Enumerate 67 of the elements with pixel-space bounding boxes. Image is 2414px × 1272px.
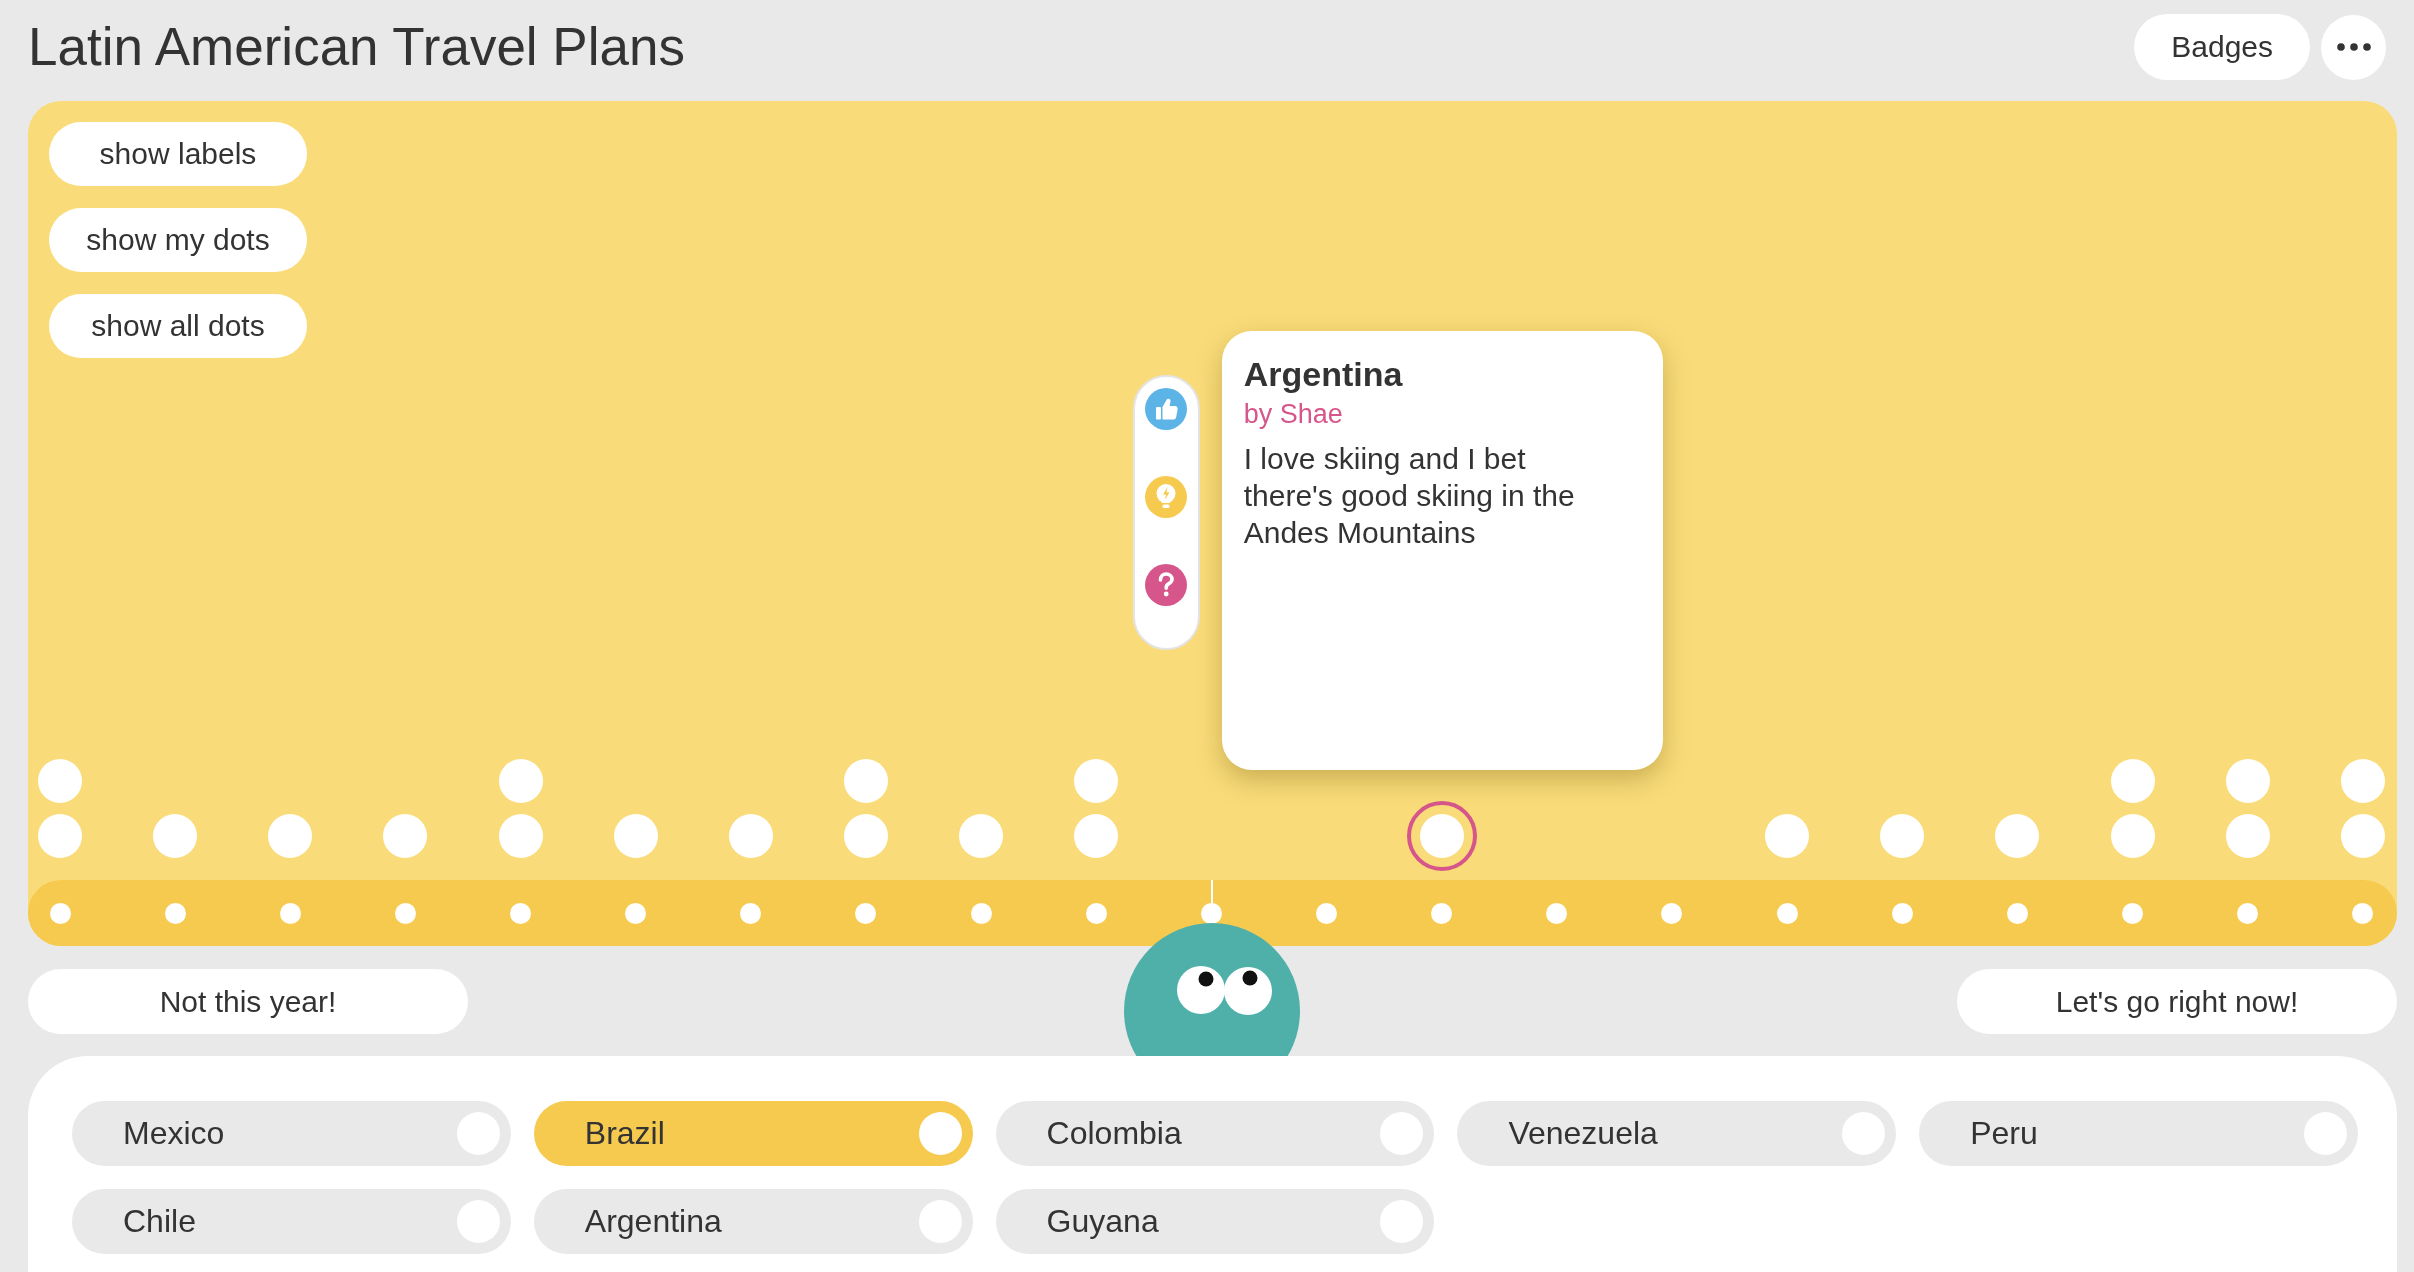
tick-dot-icon bbox=[1316, 902, 1338, 924]
tick-dot-icon bbox=[2352, 902, 2374, 924]
tick-dot-icon bbox=[1546, 902, 1568, 924]
tick-dot-icon bbox=[394, 902, 416, 924]
dot-icon[interactable] bbox=[2340, 759, 2385, 803]
country-option[interactable]: Chile bbox=[72, 1189, 511, 1254]
tick-dot-icon bbox=[49, 902, 71, 924]
more-icon bbox=[2336, 43, 2371, 51]
card-title: Argentina bbox=[1243, 354, 1403, 394]
tick-dot-icon bbox=[1200, 902, 1222, 924]
tick-dot-icon bbox=[164, 902, 186, 924]
dot-icon[interactable] bbox=[1074, 814, 1119, 858]
dot-icon[interactable] bbox=[498, 814, 543, 858]
dot-icon[interactable] bbox=[613, 814, 658, 858]
question-icon[interactable] bbox=[1145, 564, 1188, 606]
view-toggle-button[interactable]: show labels bbox=[49, 122, 307, 186]
tick-dot-icon bbox=[1891, 902, 1913, 924]
dot-icon[interactable] bbox=[2110, 814, 2155, 858]
tick-dot-icon bbox=[2006, 902, 2028, 924]
scale-end-label: Let's go right now! bbox=[1957, 969, 2397, 1034]
dot-icon[interactable] bbox=[1995, 814, 2040, 858]
card-author: by Shae bbox=[1243, 398, 1343, 430]
country-option[interactable]: Guyana bbox=[995, 1189, 1435, 1254]
tick-dot-icon bbox=[2237, 902, 2259, 924]
dot-icon[interactable] bbox=[1880, 814, 1925, 858]
dot-icon[interactable] bbox=[383, 814, 428, 858]
country-option[interactable]: Argentina bbox=[533, 1189, 973, 1254]
tick-dot-icon bbox=[970, 902, 992, 924]
dot-icon[interactable] bbox=[959, 814, 1004, 858]
dot-icon[interactable] bbox=[2110, 759, 2155, 803]
tick-dot-icon bbox=[2122, 902, 2144, 924]
dot-icon[interactable] bbox=[2225, 759, 2270, 803]
country-option[interactable]: Mexico bbox=[72, 1101, 511, 1166]
badges-button[interactable]: Badges bbox=[2134, 14, 2310, 80]
page-title: Latin American Travel Plans bbox=[28, 17, 685, 77]
country-option[interactable]: Venezuela bbox=[1457, 1101, 1897, 1166]
dot-icon[interactable] bbox=[844, 759, 888, 803]
dot-icon[interactable] bbox=[1074, 759, 1119, 803]
thumbs-up-icon[interactable] bbox=[1145, 388, 1188, 430]
country-option[interactable]: Peru bbox=[1919, 1101, 2358, 1166]
scale-end-label: Not this year! bbox=[28, 969, 468, 1034]
tick-dot-icon bbox=[1085, 902, 1107, 924]
tick-dot-icon bbox=[1776, 902, 1798, 924]
dot-icon[interactable] bbox=[153, 814, 198, 858]
knob-icon bbox=[918, 1112, 962, 1155]
dot-icon[interactable] bbox=[38, 814, 82, 858]
tick-dot-icon bbox=[740, 902, 762, 924]
country-option[interactable]: Colombia bbox=[995, 1101, 1435, 1166]
country-option[interactable]: Brazil bbox=[533, 1101, 973, 1166]
tick-dot-icon bbox=[1431, 902, 1453, 924]
tick-dot-icon bbox=[855, 902, 877, 924]
dot-icon[interactable] bbox=[498, 759, 543, 803]
dot-icon[interactable] bbox=[2225, 814, 2270, 858]
tick-dot-icon bbox=[510, 902, 532, 924]
dot-icon[interactable] bbox=[844, 814, 888, 858]
view-toggle-button[interactable]: show all dots bbox=[49, 294, 307, 358]
tick-dot-icon bbox=[625, 902, 647, 924]
dot-icon[interactable] bbox=[2340, 814, 2385, 858]
view-toggle-button[interactable]: show my dots bbox=[49, 208, 307, 272]
lightbulb-icon[interactable] bbox=[1145, 476, 1188, 518]
dot-icon[interactable] bbox=[1765, 814, 1810, 858]
dot-icon[interactable] bbox=[728, 814, 773, 858]
dot-icon[interactable] bbox=[268, 814, 313, 858]
tick-dot-icon bbox=[279, 902, 301, 924]
tick-dot-icon bbox=[1661, 902, 1683, 924]
dot-icon[interactable] bbox=[38, 759, 82, 803]
card-text: I love skiing and I bet there's good skiing in the Andes Mountains bbox=[1243, 441, 1576, 551]
